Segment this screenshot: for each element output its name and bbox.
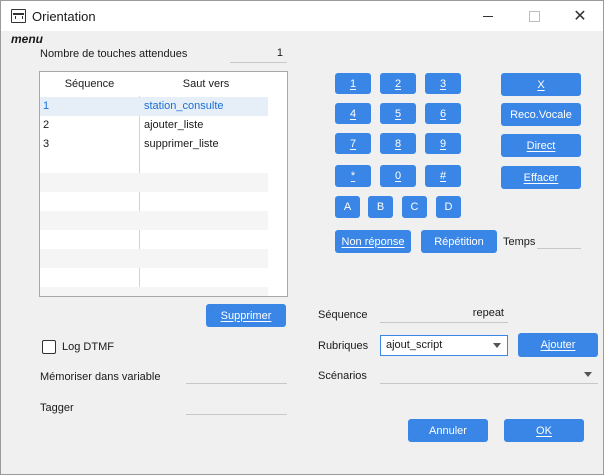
key-3-button[interactable]: 3	[425, 73, 461, 94]
maximize-button[interactable]	[511, 1, 557, 31]
tagger-label: Tagger	[40, 402, 74, 414]
row-sequence: 3	[43, 138, 50, 150]
orientation-dialog: Orientation ✕ menu Nombre de touches att…	[0, 0, 604, 475]
chevron-down-icon	[493, 343, 501, 348]
voice-recognition-button[interactable]: Reco.Vocale	[501, 103, 581, 126]
key-5-button[interactable]: 5	[380, 103, 416, 124]
key-b-button[interactable]: B	[368, 196, 393, 218]
direct-button[interactable]: Direct	[501, 134, 581, 157]
empty-row	[40, 287, 268, 296]
add-button[interactable]: Ajouter	[518, 333, 598, 357]
key-8-button[interactable]: 8	[380, 133, 416, 154]
table-row[interactable]: 3 supprimer_liste	[40, 135, 268, 154]
key-d-button[interactable]: D	[436, 196, 461, 218]
keys-expected-label: Nombre de touches attendues	[40, 48, 188, 60]
title-bar[interactable]: Orientation ✕	[1, 1, 603, 31]
scenarios-select[interactable]	[380, 365, 598, 384]
row-target: station_consulte	[144, 100, 224, 112]
ok-button[interactable]: OK	[504, 419, 584, 442]
app-icon	[11, 9, 26, 23]
key-6-button[interactable]: 6	[425, 103, 461, 124]
repeat-button[interactable]: Répétition	[421, 230, 497, 253]
empty-row	[40, 173, 268, 192]
sequence-table: Séquence Saut vers 1 station_consulte 2 …	[39, 71, 288, 297]
clear-button[interactable]: Effacer	[501, 166, 581, 189]
rubriques-selected-value: ajout_script	[386, 339, 443, 351]
log-dtmf-label: Log DTMF	[62, 341, 114, 353]
memorize-label: Mémoriser dans variable	[40, 371, 161, 383]
key-1-button[interactable]: 1	[335, 73, 371, 94]
close-button[interactable]: ✕	[557, 1, 603, 31]
key-7-button[interactable]: 7	[335, 133, 371, 154]
table-header: Séquence Saut vers	[40, 72, 287, 96]
key-0-button[interactable]: 0	[380, 165, 416, 187]
key-hash-button[interactable]: #	[425, 165, 461, 187]
minimize-button[interactable]	[465, 1, 511, 31]
menu-label: menu	[11, 32, 44, 46]
rubriques-select[interactable]: ajout_script	[380, 335, 508, 356]
key-c-button[interactable]: C	[402, 196, 427, 218]
no-answer-button[interactable]: Non réponse	[335, 230, 411, 253]
temps-input[interactable]	[537, 232, 581, 249]
row-sequence: 1	[43, 100, 50, 112]
window-title: Orientation	[32, 9, 96, 24]
keys-expected-input[interactable]: 1	[230, 46, 287, 63]
chevron-down-icon	[584, 372, 592, 377]
delete-button[interactable]: Supprimer	[206, 304, 286, 327]
scenarios-label: Scénarios	[318, 370, 367, 382]
row-target: supprimer_liste	[144, 138, 219, 150]
empty-row	[40, 249, 268, 268]
rubriques-label: Rubriques	[318, 340, 369, 352]
column-header-target[interactable]: Saut vers	[139, 72, 273, 96]
cancel-button[interactable]: Annuler	[408, 419, 488, 442]
column-header-sequence[interactable]: Séquence	[40, 72, 139, 96]
key-4-button[interactable]: 4	[335, 103, 371, 124]
row-sequence: 2	[43, 119, 50, 131]
table-row[interactable]: 1 station_consulte	[40, 97, 268, 116]
key-2-button[interactable]: 2	[380, 73, 416, 94]
sequence-input[interactable]: repeat	[380, 306, 508, 323]
key-star-button[interactable]: *	[335, 165, 371, 187]
tagger-input[interactable]	[186, 398, 287, 415]
empty-row	[40, 211, 268, 230]
sequence-label: Séquence	[318, 309, 368, 321]
temps-label: Temps	[503, 236, 536, 248]
memorize-input[interactable]	[186, 367, 287, 384]
table-row[interactable]: 2 ajouter_liste	[40, 116, 268, 135]
row-target: ajouter_liste	[144, 119, 204, 131]
cancel-x-button[interactable]: X	[501, 73, 581, 96]
log-dtmf-checkbox[interactable]	[42, 340, 56, 354]
key-a-button[interactable]: A	[335, 196, 360, 218]
key-9-button[interactable]: 9	[425, 133, 461, 154]
